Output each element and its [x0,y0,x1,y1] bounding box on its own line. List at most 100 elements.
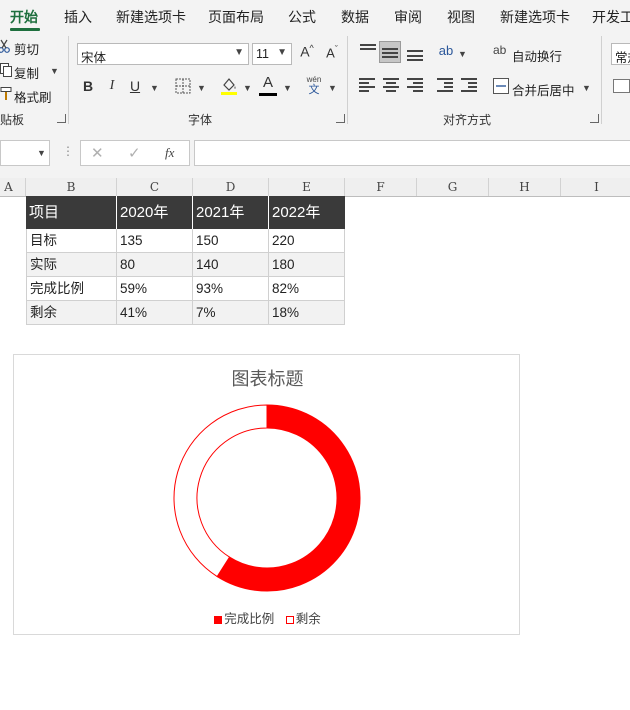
cut-button[interactable]: 剪切 [0,38,64,57]
align-right-icon[interactable] [407,78,423,92]
legend-item-remaining[interactable]: 剩余 [285,608,321,627]
formula-buttons: ✕ ✓ fx [80,140,190,166]
table-cell[interactable]: 140 [193,253,269,277]
tab-data[interactable]: 数据 [341,7,369,27]
bold-button[interactable]: B [80,78,96,94]
table-cell[interactable]: 实际 [26,253,117,277]
more-options-icon[interactable]: ⋮ [62,144,74,158]
table-cell[interactable]: 180 [269,253,345,277]
group-divider [68,36,69,124]
italic-button[interactable]: I [104,78,120,94]
tab-review[interactable]: 审阅 [394,7,422,27]
column-header-h[interactable]: H [489,178,561,196]
phonetic-guide-icon[interactable]: wén 文 [304,75,324,97]
table-cell[interactable]: 150 [193,229,269,253]
fill-color-icon[interactable] [220,76,238,96]
number-format-select[interactable]: 常规 [611,43,630,65]
table-cell[interactable]: 220 [269,229,345,253]
orientation-icon[interactable]: ab [437,43,455,58]
font-color-button[interactable]: A [259,74,277,91]
merge-center-label: 合并后居中 [512,84,575,98]
doughnut-plot-area[interactable] [14,355,521,636]
table-cell[interactable]: 135 [117,229,193,253]
align-center-icon[interactable] [383,78,399,92]
font-group-label: 字体 [188,113,213,127]
chevron-down-icon[interactable]: ▼ [458,49,467,59]
font-size-select[interactable]: 11 ▼ [252,43,292,65]
wrap-text-button[interactable]: ab 自动换行 [493,43,573,64]
table-cell[interactable]: 93% [193,277,269,301]
name-box[interactable]: ▼ [0,140,50,166]
wrap-text-label: 自动换行 [512,50,563,64]
table-cell[interactable]: 82% [269,277,345,301]
tab-new-tab-2[interactable]: 新建选项卡 [500,7,570,27]
table-header-cell[interactable]: 2022年 [269,196,345,229]
table-cell[interactable]: 7% [193,301,269,325]
merge-center-button[interactable]: 合并后居中 ▼ [493,77,593,98]
column-header-c[interactable]: C [117,178,193,196]
column-header-row: A B C D E F G H I [0,178,630,197]
chevron-down-icon: ▼ [50,66,59,76]
copy-icon [0,63,12,77]
align-top-icon[interactable] [360,44,376,58]
ribbon: 剪切 复制 ▼ 格式刷 贴板 宋体 ▼ 11 ▼ A^ Aˇ B I U ▼ ▼ [0,32,630,131]
doughnut-slice-remaining[interactable] [173,404,268,578]
align-left-icon[interactable] [359,78,375,92]
chevron-down-icon[interactable]: ▼ [283,83,292,93]
insert-function-icon[interactable]: fx [165,145,174,161]
decrease-indent-icon[interactable] [437,78,453,92]
table-cell[interactable]: 41% [117,301,193,325]
table-cell[interactable]: 完成比例 [26,277,117,301]
underline-button[interactable]: U [127,78,143,94]
tab-developer[interactable]: 开发工 [592,7,630,27]
borders-icon[interactable] [175,78,191,94]
legend-label-completion: 完成比例 [224,612,275,626]
chevron-down-icon[interactable]: ▼ [328,83,337,93]
table-header-cell[interactable]: 项目 [26,196,117,229]
tab-new-tab-1[interactable]: 新建选项卡 [116,7,186,27]
format-painter-button[interactable]: 格式刷 [0,86,64,105]
column-header-g[interactable]: G [417,178,489,196]
chevron-down-icon[interactable]: ▼ [197,83,206,93]
column-header-b[interactable]: B [26,178,117,196]
clipboard-dialog-launcher-icon[interactable] [57,114,66,123]
column-header-a[interactable]: A [0,178,26,196]
column-header-e[interactable]: E [269,178,345,196]
tab-page-layout[interactable]: 页面布局 [208,7,264,27]
copy-label: 复制 [14,67,40,81]
legend-item-completion[interactable]: 完成比例 [214,608,274,627]
doughnut-chart[interactable]: 图表标题 完成比例 剩余 [13,354,520,635]
chevron-down-icon[interactable]: ▼ [150,83,159,93]
table-cell[interactable]: 18% [269,301,345,325]
column-header-i[interactable]: I [561,178,630,196]
font-dialog-launcher-icon[interactable] [336,114,345,123]
table-header-cell[interactable]: 2020年 [117,196,193,229]
column-header-d[interactable]: D [193,178,269,196]
table-cell[interactable]: 剩余 [26,301,117,325]
copy-button[interactable]: 复制 ▼ [0,62,64,81]
tab-formulas[interactable]: 公式 [288,7,316,27]
cancel-icon[interactable]: ✕ [91,144,104,162]
column-header-f[interactable]: F [345,178,417,196]
legend-label-remaining: 剩余 [295,612,321,626]
table-cell[interactable]: 59% [117,277,193,301]
tab-view[interactable]: 视图 [447,7,475,27]
increase-indent-icon[interactable] [461,78,477,92]
enter-icon[interactable]: ✓ [128,144,141,162]
align-middle-button[interactable] [379,41,401,63]
chevron-down-icon[interactable]: ▼ [243,83,252,93]
table-cell[interactable]: 80 [117,253,193,277]
alignment-dialog-launcher-icon[interactable] [590,114,599,123]
tab-insert[interactable]: 插入 [64,7,92,27]
formula-input[interactable] [194,140,630,166]
accounting-format-icon[interactable] [613,79,630,93]
chevron-down-icon: ▼ [582,83,591,93]
font-family-select[interactable]: 宋体 ▼ [77,43,249,65]
decrease-font-size-icon[interactable]: Aˇ [322,44,342,60]
increase-font-size-icon[interactable]: A^ [297,43,317,60]
align-bottom-icon[interactable] [407,46,423,61]
table-cell[interactable]: 目标 [26,229,117,253]
tab-home[interactable]: 开始 [10,7,38,27]
chart-legend[interactable]: 完成比例 剩余 [14,608,521,627]
table-header-cell[interactable]: 2021年 [193,196,269,229]
